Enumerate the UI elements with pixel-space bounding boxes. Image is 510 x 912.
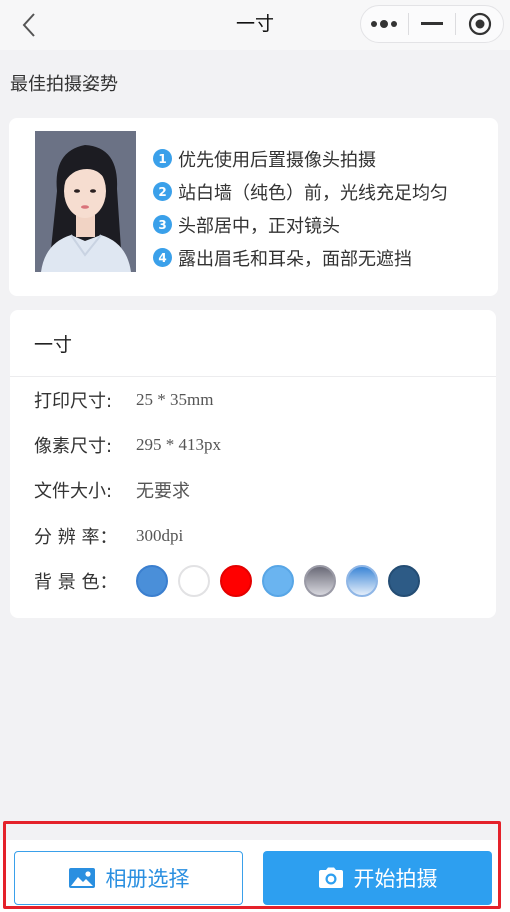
resolution-label: 分 辨 率： — [34, 527, 118, 548]
print-size-value: 25 * 35mm — [136, 390, 214, 409]
bottom-action-bar: 相册选择 开始拍摄 — [0, 840, 510, 912]
tip-number-badge: 1 — [153, 149, 172, 168]
color-swatch-blue-gradient[interactable] — [346, 565, 378, 597]
target-circle-icon — [468, 12, 491, 36]
mini-program-capsule — [360, 5, 504, 43]
file-size-value: 无要求 — [136, 481, 190, 502]
section-title: 最佳拍摄姿势 — [10, 74, 118, 95]
more-button[interactable] — [361, 6, 408, 42]
pixel-size-label: 像素尺寸: — [34, 436, 113, 457]
color-swatch-blue[interactable] — [136, 565, 168, 597]
tip-text: 露出眉毛和耳朵，面部无遮挡 — [178, 248, 412, 270]
minus-icon — [421, 22, 443, 25]
spec-card: 一寸 打印尺寸: 25 * 35mm 像素尺寸: 295 * 413px 文件大… — [10, 310, 496, 618]
tip-text: 头部居中，正对镜头 — [178, 215, 340, 237]
color-swatch-list — [136, 565, 430, 597]
print-size-label: 打印尺寸: — [34, 391, 113, 412]
tip-item: 1 优先使用后置摄像头拍摄 — [153, 142, 448, 175]
color-swatch-gray-gradient[interactable] — [304, 565, 336, 597]
tip-item: 4 露出眉毛和耳朵，面部无遮挡 — [153, 241, 448, 274]
tip-number-badge: 3 — [153, 215, 172, 234]
album-select-label: 相册选择 — [105, 867, 190, 891]
album-select-button[interactable]: 相册选择 — [14, 851, 243, 905]
resolution-row: 分 辨 率： 300dpi — [34, 521, 183, 551]
tip-item: 2 站白墙（纯色）前，光线充足均匀 — [153, 175, 448, 208]
color-swatch-red[interactable] — [220, 565, 252, 597]
camera-icon — [318, 867, 344, 889]
guide-card: 1 优先使用后置摄像头拍摄 2 站白墙（纯色）前，光线充足均匀 3 头部居中，正… — [9, 118, 498, 296]
resolution-value: 300dpi — [136, 526, 184, 545]
tip-number-badge: 4 — [153, 248, 172, 267]
tip-text: 站白墙（纯色）前，光线充足均匀 — [178, 182, 448, 204]
background-color-label: 背 景 色： — [34, 572, 118, 593]
color-swatch-light-blue[interactable] — [262, 565, 294, 597]
tip-list: 1 优先使用后置摄像头拍摄 2 站白墙（纯色）前，光线充足均匀 3 头部居中，正… — [153, 142, 448, 274]
color-swatch-navy[interactable] — [388, 565, 420, 597]
sample-portrait-image — [35, 131, 136, 272]
close-button[interactable] — [456, 6, 503, 42]
tip-item: 3 头部居中，正对镜头 — [153, 208, 448, 241]
print-size-row: 打印尺寸: 25 * 35mm — [34, 385, 213, 415]
file-size-label: 文件大小: — [34, 481, 113, 502]
pixel-size-row: 像素尺寸: 295 * 413px — [34, 430, 221, 460]
start-shooting-button[interactable]: 开始拍摄 — [263, 851, 492, 905]
start-shooting-label: 开始拍摄 — [353, 867, 438, 891]
pixel-size-value: 295 * 413px — [136, 435, 221, 454]
file-size-row: 文件大小: 无要求 — [34, 475, 190, 505]
navigation-bar: 一寸 — [0, 0, 510, 50]
tip-text: 优先使用后置摄像头拍摄 — [178, 149, 376, 171]
color-swatch-white[interactable] — [178, 565, 210, 597]
spec-title: 一寸 — [10, 310, 496, 377]
minimize-button[interactable] — [409, 6, 456, 42]
image-icon — [68, 867, 96, 889]
background-color-row: 背 景 色： — [34, 565, 430, 597]
tip-number-badge: 2 — [153, 182, 172, 201]
more-dots-icon — [371, 20, 398, 28]
